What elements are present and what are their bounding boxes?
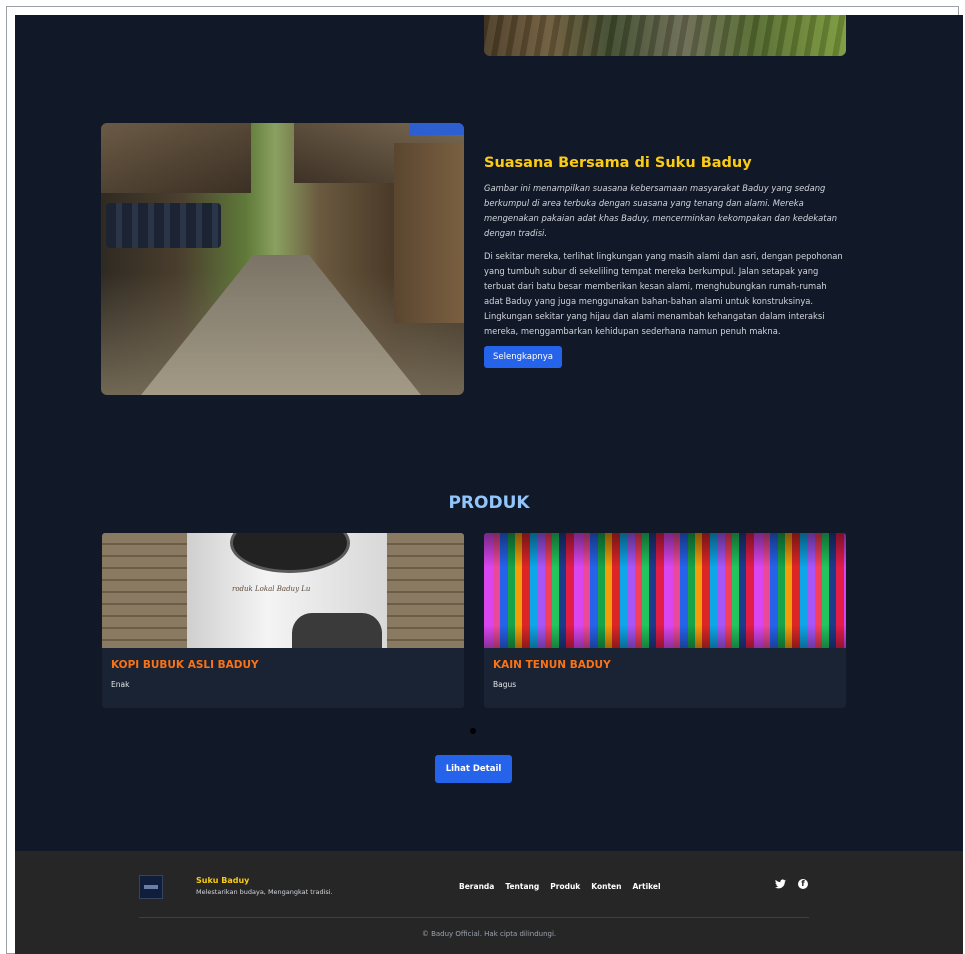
products-title: PRODUK	[448, 493, 530, 513]
footer-nav-tentang[interactable]: Tentang	[505, 882, 539, 891]
twitter-icon[interactable]	[775, 879, 786, 893]
coffee-pack	[292, 613, 382, 648]
roof-left	[101, 123, 251, 193]
footer-nav: Beranda Tentang Produk Konten Artikel	[459, 882, 661, 891]
carousel-dot[interactable]	[470, 728, 476, 734]
feature-body: Di sekitar mereka, terlihat lingkungan y…	[484, 251, 843, 336]
feature-image	[101, 123, 464, 395]
footer-nav-produk[interactable]: Produk	[550, 882, 580, 891]
people-group	[106, 203, 221, 248]
logo-icon[interactable]	[139, 875, 163, 899]
feature-title: Suasana Bersama di Suku Baduy	[484, 155, 752, 171]
feature-text: Suasana Bersama di Suku Baduy Gambar ini…	[484, 155, 848, 339]
footer-divider	[139, 917, 809, 918]
feature-description: Gambar ini menampilkan suasana kebersama…	[484, 183, 838, 238]
product-image-kain	[484, 533, 846, 648]
footer: Suku Baduy Melestarikan budaya, Mengangk…	[15, 851, 963, 954]
read-more-button[interactable]: Selengkapnya	[484, 346, 562, 368]
footer-nav-beranda[interactable]: Beranda	[459, 882, 494, 891]
page: Suasana Bersama di Suku Baduy Gambar ini…	[15, 15, 963, 954]
footer-nav-artikel[interactable]: Artikel	[632, 882, 660, 891]
product-description: Enak	[111, 680, 130, 689]
footer-tagline: Melestarikan budaya, Mengangkat tradisi.	[196, 888, 333, 896]
coffee-label: roduk Lokal Baduy Lu	[232, 585, 311, 593]
product-name: KOPI BUBUK ASLI BADUY	[111, 659, 259, 671]
wooden-wall	[394, 143, 464, 323]
product-image-kopi: roduk Lokal Baduy Lu	[102, 533, 464, 648]
footer-brand: Suku Baduy	[196, 876, 250, 885]
view-detail-button[interactable]: Lihat Detail	[435, 755, 512, 783]
previous-article-image	[484, 15, 846, 56]
blue-tarp	[409, 123, 464, 135]
product-card-kain[interactable]: KAIN TENUN BADUY Bagus	[484, 533, 846, 708]
social-links: f	[775, 879, 808, 893]
facebook-icon[interactable]: f	[798, 879, 808, 889]
product-name: KAIN TENUN BADUY	[493, 659, 611, 671]
stone-path	[141, 255, 421, 395]
footer-nav-konten[interactable]: Konten	[591, 882, 621, 891]
product-card-kopi[interactable]: roduk Lokal Baduy Lu KOPI BUBUK ASLI BAD…	[102, 533, 464, 708]
product-description: Bagus	[493, 680, 517, 689]
footer-copyright: © Baduy Official. Hak cipta dilindungi.	[421, 930, 557, 938]
